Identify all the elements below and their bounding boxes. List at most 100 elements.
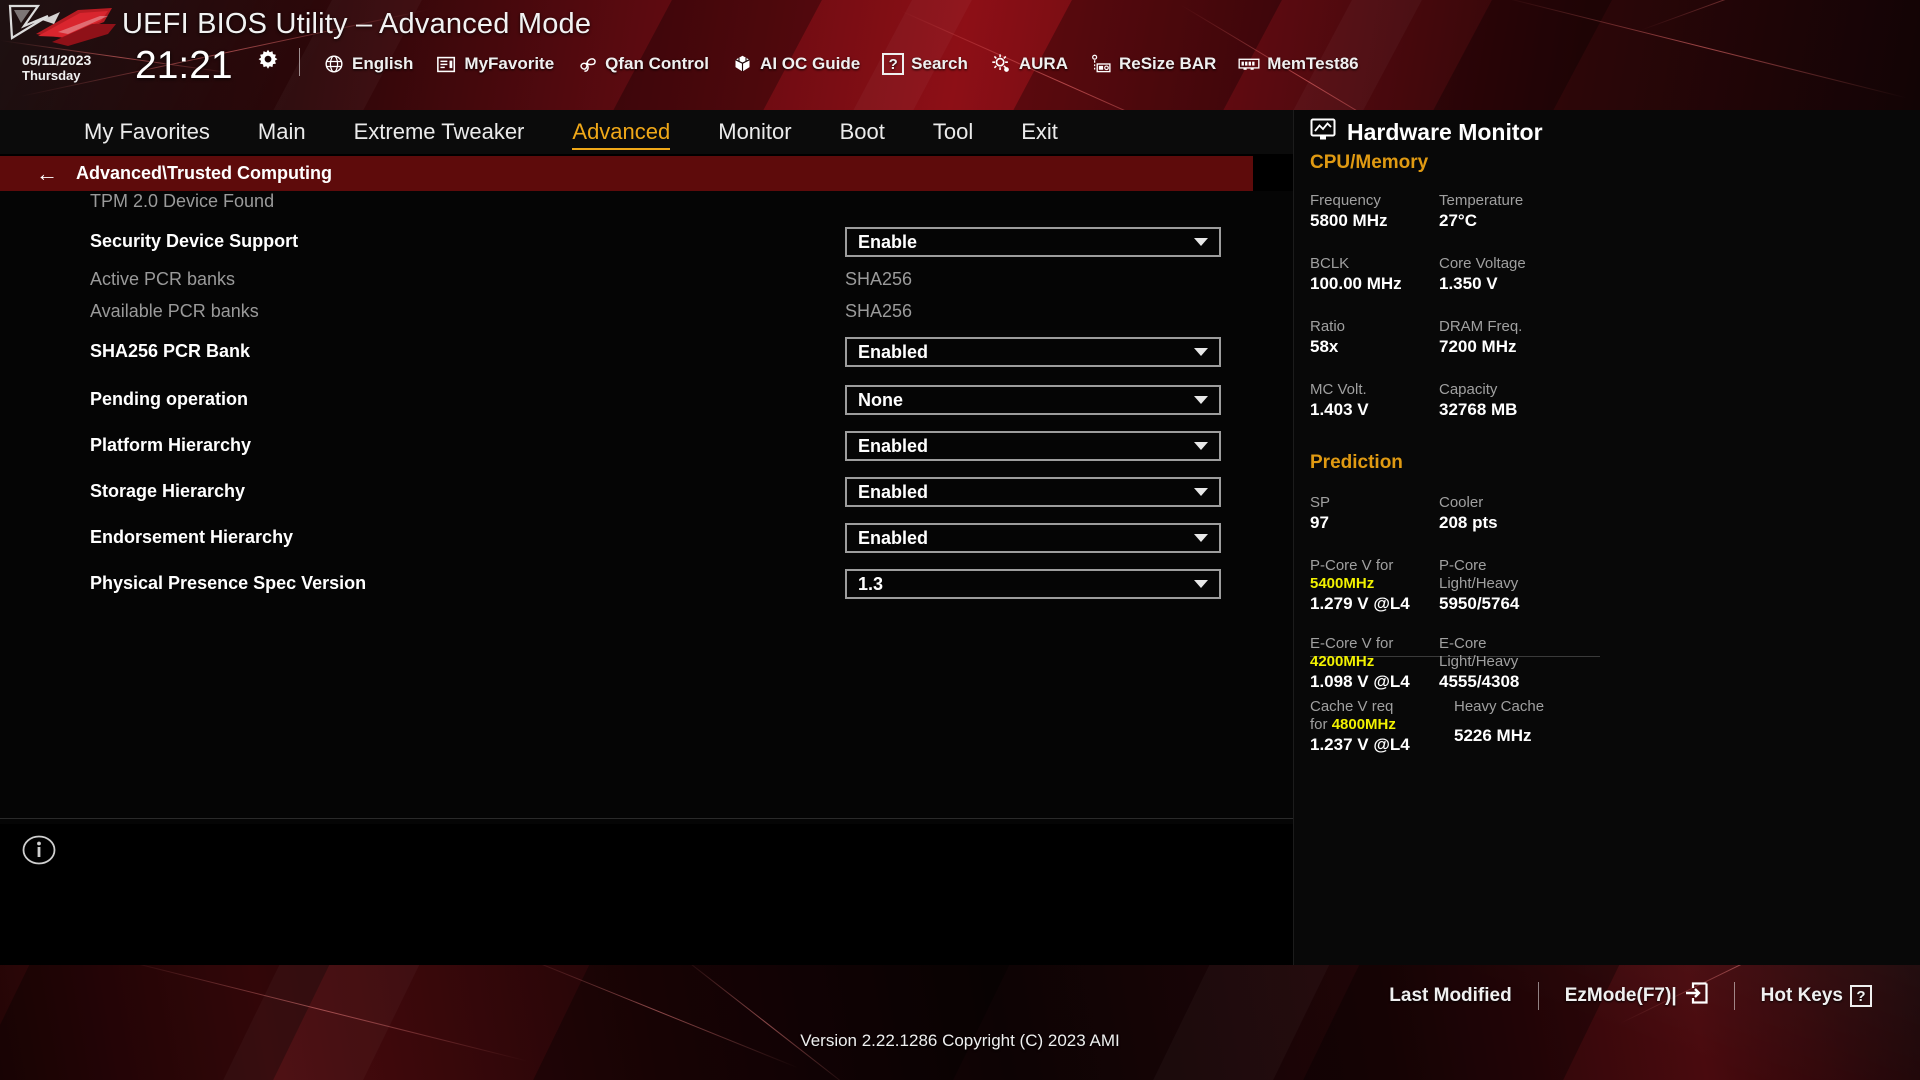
- toolbar-label: MemTest86: [1267, 54, 1359, 73]
- toolbar-item-resize-bar[interactable]: ReSize BAR: [1079, 48, 1227, 80]
- hw-label: P-Core V for: [1310, 557, 1394, 574]
- dropdown-value: Enabled: [858, 341, 929, 362]
- back-arrow-icon[interactable]: ←: [36, 162, 58, 185]
- breadcrumb-path: Advanced\Trusted Computing: [76, 163, 333, 183]
- arrow-into-box-icon: [1684, 982, 1708, 1010]
- setting-label: Physical Presence Spec Version: [90, 573, 367, 593]
- toolbar-item-english[interactable]: English: [312, 48, 424, 80]
- setting-label: Available PCR banks: [90, 301, 259, 321]
- breadcrumb[interactable]: ← Advanced\Trusted Computing: [0, 156, 1253, 191]
- main-menu-bar: My Favorites Main Extreme Tweaker Advanc…: [0, 110, 1293, 155]
- hw-label: MC Volt.: [1310, 381, 1367, 398]
- chevron-down-icon: [1193, 442, 1219, 450]
- dropdown-platform-hierarchy[interactable]: Enabled: [845, 431, 1221, 461]
- toolbar-item-ai-oc-guide[interactable]: AI OC Guide: [720, 48, 871, 80]
- hw-label: E-Core: [1439, 635, 1487, 652]
- hw-stat-sp: SP 97: [1310, 494, 1440, 534]
- toolbar-item-aura[interactable]: AURA: [979, 48, 1079, 80]
- chevron-down-icon: [1193, 238, 1219, 246]
- toolbar-item-myfavorite[interactable]: MyFavorite: [424, 48, 565, 80]
- toolbar-label: AI OC Guide: [760, 54, 861, 73]
- menu-item-exit[interactable]: Exit: [997, 110, 1082, 154]
- toolbar-item-search[interactable]: ? Search: [871, 48, 979, 80]
- hw-stat-capacity: Capacity 32768 MB: [1439, 381, 1599, 421]
- hw-stat-ratio: Ratio 58x: [1310, 318, 1440, 358]
- dropdown-value: Enable: [858, 231, 918, 252]
- footer-bar: Last Modified EzMode(F7)| Hot Keys ? Ver…: [0, 965, 1920, 1080]
- hw-value: 97: [1310, 513, 1329, 532]
- footer-actions: Last Modified EzMode(F7)| Hot Keys ?: [1363, 979, 1898, 1013]
- hw-value: 1.350 V: [1439, 274, 1498, 293]
- menu-item-monitor[interactable]: Monitor: [694, 110, 815, 154]
- hw-value: 7200 MHz: [1439, 337, 1517, 356]
- menu-item-main[interactable]: Main: [234, 110, 330, 154]
- dropdown-storage-hierarchy[interactable]: Enabled: [845, 477, 1221, 507]
- dropdown-value: 1.3: [858, 573, 884, 594]
- divider: [0, 818, 1293, 819]
- dropdown-endorsement-hierarchy[interactable]: Enabled: [845, 523, 1221, 553]
- hot-keys-button[interactable]: Hot Keys ?: [1735, 985, 1898, 1007]
- ezmode-label: EzMode(F7)|: [1564, 985, 1677, 1006]
- dropdown-sha256-pcr-bank[interactable]: Enabled: [845, 337, 1221, 367]
- hw-label: Core Voltage: [1439, 255, 1526, 272]
- date-value: 05/11/2023: [22, 52, 92, 68]
- hw-stat-core-voltage: Core Voltage 1.350 V: [1439, 255, 1599, 295]
- hw-value: 1.098 V @L4: [1310, 672, 1410, 691]
- hw-label: for: [1310, 716, 1332, 733]
- aioc-icon: [731, 53, 753, 75]
- last-modified-button[interactable]: Last Modified: [1363, 985, 1537, 1007]
- setting-value: SHA256: [845, 301, 913, 321]
- hw-label: P-Core: [1439, 557, 1487, 574]
- page-title: UEFI BIOS Utility – Advanced Mode: [122, 8, 592, 40]
- hw-label: Light/Heavy: [1439, 653, 1519, 670]
- hw-value: 4555/4308: [1439, 672, 1520, 691]
- title-banner: UEFI BIOS Utility – Advanced Mode 05/11/…: [0, 0, 1920, 110]
- hw-stat-mc-volt: MC Volt. 1.403 V: [1310, 381, 1440, 421]
- hw-value: 5950/5764: [1439, 594, 1520, 613]
- hw-stat-temperature: Temperature 27°C: [1439, 192, 1599, 232]
- dropdown-pending-operation[interactable]: None: [845, 385, 1221, 415]
- menu-item-my-favorites[interactable]: My Favorites: [60, 110, 234, 154]
- setting-label: Platform Hierarchy: [90, 435, 252, 455]
- hw-label: Capacity: [1439, 381, 1498, 398]
- hw-stat-pcore-voltage: P-Core V for 5400MHz 1.279 V @L4: [1310, 557, 1440, 615]
- dropdown-value: None: [858, 389, 903, 410]
- menu-item-advanced[interactable]: Advanced: [548, 110, 694, 154]
- dropdown-value: Enabled: [858, 435, 929, 456]
- toolbar-item-memtest86[interactable]: MemTest86: [1227, 48, 1369, 80]
- hw-label: BCLK: [1310, 255, 1350, 272]
- hw-stat-ecore-light-heavy: E-Core Light/Heavy 4555/4308: [1439, 635, 1609, 693]
- ezmode-button[interactable]: EzMode(F7)|: [1539, 982, 1734, 1010]
- globe-icon: [323, 53, 345, 75]
- dropdown-security-device-support[interactable]: Enable: [845, 227, 1221, 257]
- hw-value: 100.00 MHz: [1310, 274, 1402, 293]
- setting-label: TPM 2.0 Device Found: [90, 191, 275, 211]
- info-icon[interactable]: [22, 833, 56, 867]
- hw-label: Cache V req: [1310, 698, 1394, 715]
- chevron-down-icon: [1193, 534, 1219, 542]
- section-title-prediction: Prediction: [1310, 452, 1403, 473]
- hw-value: 27°C: [1439, 211, 1477, 230]
- hw-stat-cache-voltage: Cache V req for 4800MHz 1.237 V @L4: [1310, 698, 1450, 756]
- gear-icon[interactable]: [255, 48, 281, 74]
- setting-label: SHA256 PCR Bank: [90, 341, 251, 361]
- rog-logo: [8, 4, 118, 56]
- version-text: Version 2.22.1286 Copyright (C) 2023 AMI: [800, 1031, 1120, 1050]
- weekday-value: Thursday: [22, 68, 81, 83]
- question-icon: ?: [1850, 985, 1872, 1007]
- menu-item-tool[interactable]: Tool: [909, 110, 997, 154]
- hw-value: 5226 MHz: [1454, 726, 1532, 745]
- hw-stat-ecore-voltage: E-Core V for 4200MHz 1.098 V @L4: [1310, 635, 1440, 693]
- dropdown-physical-presence-spec-version[interactable]: 1.3: [845, 569, 1221, 599]
- memtest-icon: [1238, 53, 1260, 75]
- menu-item-boot[interactable]: Boot: [816, 110, 909, 154]
- hw-label: Ratio: [1310, 318, 1346, 335]
- date-display: 05/11/2023 Thursday: [22, 52, 91, 83]
- resizebar-icon: [1090, 53, 1112, 75]
- hw-stat-dram-freq: DRAM Freq. 7200 MHz: [1439, 318, 1599, 358]
- setting-label: Security Device Support: [90, 231, 299, 251]
- menu-item-extreme-tweaker[interactable]: Extreme Tweaker: [330, 110, 549, 154]
- toolbar-item-qfan-control[interactable]: Qfan Control: [565, 48, 720, 80]
- hw-label: Frequency: [1310, 192, 1381, 209]
- hw-stat-pcore-light-heavy: P-Core Light/Heavy 5950/5764: [1439, 557, 1609, 615]
